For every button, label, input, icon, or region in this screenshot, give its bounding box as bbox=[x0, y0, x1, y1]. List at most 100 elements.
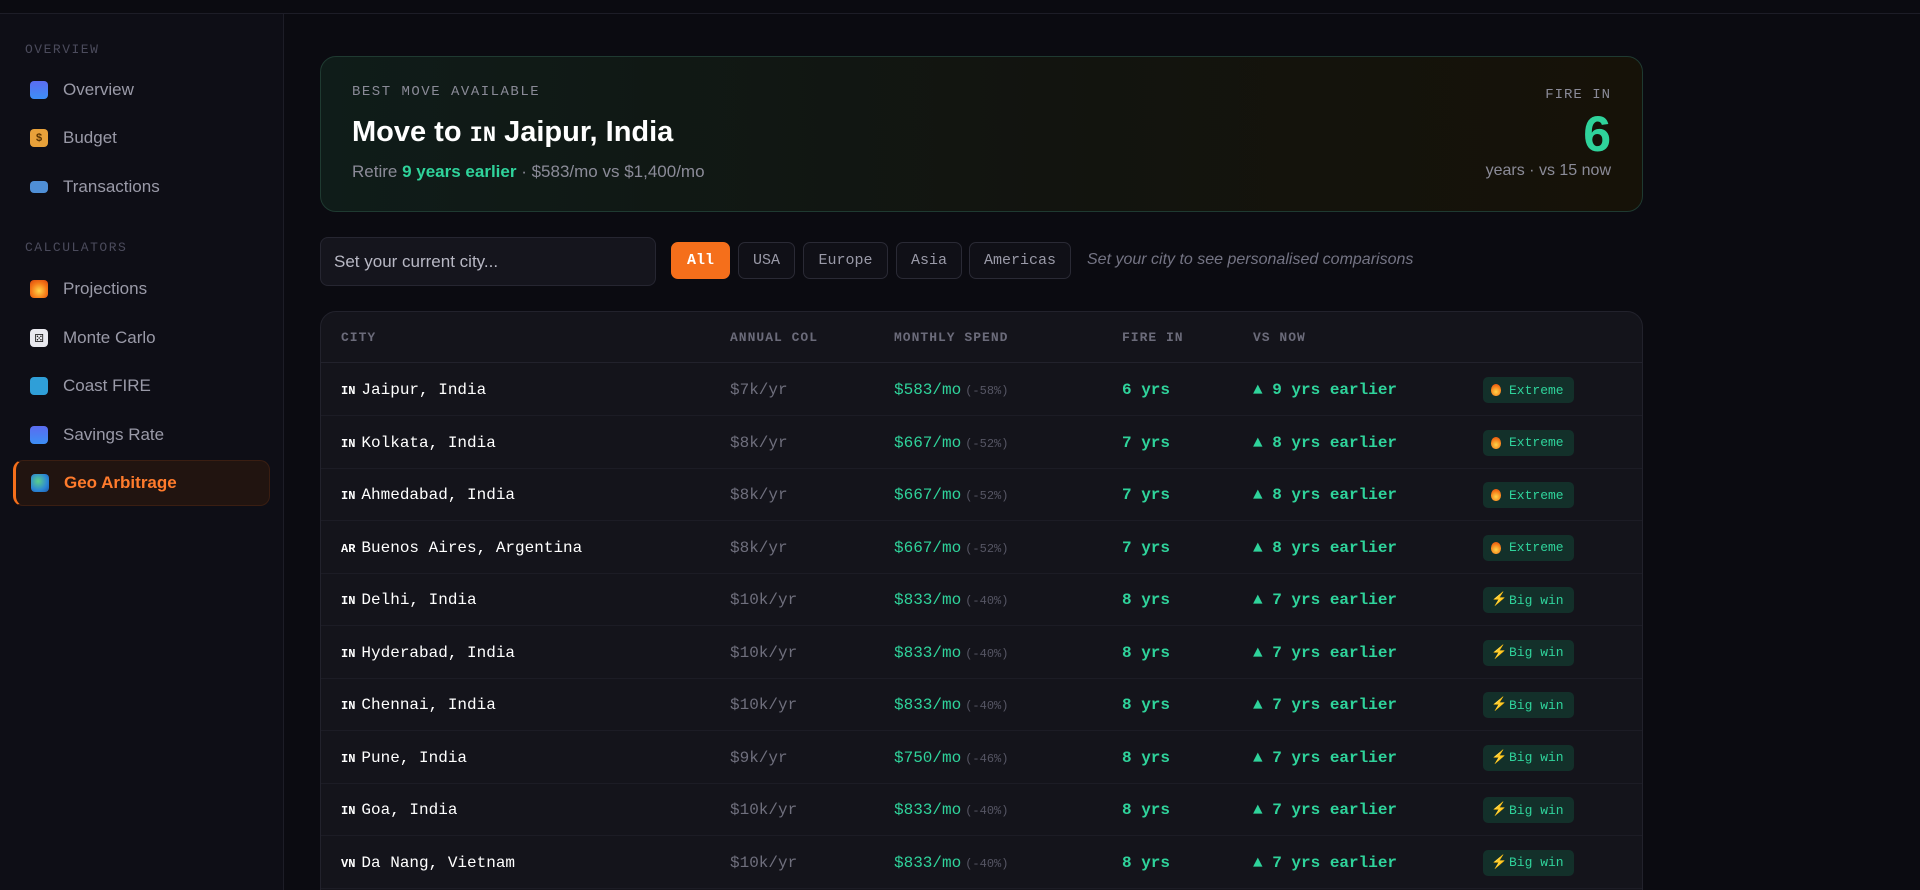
city-name: Kolkata, India bbox=[361, 433, 496, 452]
table-row[interactable]: IN Goa, India $10k/yr $833/mo (-40%) 8 yrs ▲ 7… bbox=[321, 784, 1642, 836]
vs-now-cell: ▲ 7 yrs earlier bbox=[1253, 748, 1398, 767]
monthly-spend-change: (-40%) bbox=[965, 646, 1009, 661]
fire-in-cell: 8 yrs bbox=[1122, 591, 1171, 609]
best-move-kicker: BEST MOVE AVAILABLE bbox=[352, 84, 541, 100]
sidebar-item-projections[interactable]: Projections bbox=[13, 266, 270, 312]
column-header-monthly-spend[interactable]: MONTHLY SPEND bbox=[894, 330, 1008, 345]
lightning-icon: ⚡ bbox=[1491, 697, 1508, 712]
fire-icon bbox=[1491, 541, 1501, 554]
vs-now-cell: ▲ 7 yrs earlier bbox=[1253, 853, 1398, 872]
filter-chip-europe[interactable]: Europe bbox=[803, 242, 888, 279]
subtitle-prefix: Retire bbox=[352, 162, 398, 181]
city-cell: IN Kolkata, India bbox=[341, 434, 496, 452]
bar-chart-icon bbox=[30, 81, 48, 99]
table-row[interactable]: IN Jaipur, India $7k/yr $583/mo (-58%) 6 yrs ▲… bbox=[321, 364, 1642, 416]
column-header-annual-col[interactable]: ANNUAL COL bbox=[730, 330, 818, 345]
city-name: Jaipur, India bbox=[361, 381, 487, 399]
column-header-fire-in[interactable]: FIRE IN bbox=[1122, 330, 1184, 345]
column-header-city[interactable]: CITY bbox=[341, 330, 376, 345]
lightning-icon: ⚡ bbox=[1491, 644, 1508, 660]
sidebar-item-savings-rate[interactable]: Savings Rate bbox=[13, 412, 270, 458]
impact-badge: Extreme bbox=[1483, 429, 1574, 456]
impact-badge: Extreme bbox=[1483, 482, 1574, 508]
flag-code: IN bbox=[341, 489, 356, 503]
flag-code: AR bbox=[341, 541, 356, 556]
monthly-spend-value: $833/mo bbox=[894, 801, 962, 819]
filter-chip-asia[interactable]: Asia bbox=[896, 242, 962, 279]
table-row[interactable]: AR Buenos Aires, Argentina $8k/yr $667/mo (-… bbox=[321, 522, 1642, 574]
lightning-icon: ⚡ bbox=[1491, 592, 1508, 607]
badge-label: Big win bbox=[1509, 750, 1564, 765]
city-cell: IN Goa, India bbox=[341, 801, 457, 819]
filter-chip-americas[interactable]: Americas bbox=[969, 242, 1071, 279]
table-row[interactable]: IN Chennai, India $10k/yr $833/mo (-40%) 8 yr… bbox=[321, 679, 1642, 731]
badge-label: Big win bbox=[1509, 802, 1564, 818]
flag-code: IN bbox=[469, 123, 497, 148]
sidebar-item-transactions[interactable]: Transactions bbox=[13, 164, 270, 210]
monthly-spend-cell: $583/mo (-58%) bbox=[894, 381, 1008, 399]
filter-chip-usa[interactable]: USA bbox=[738, 242, 795, 279]
section-label-overview: OVERVIEW bbox=[25, 42, 100, 57]
best-move-card: BEST MOVE AVAILABLE Move to IN Jaipur, I… bbox=[320, 56, 1643, 212]
cities-table: CITY ANNUAL COL MONTHLY SPEND FIRE IN VS… bbox=[320, 311, 1643, 890]
fire-in-cell: 6 yrs bbox=[1122, 381, 1171, 399]
monthly-spend-cell: $833/mo (-40%) bbox=[894, 696, 1008, 714]
city-name: Ahmedabad, India bbox=[361, 486, 516, 504]
impact-badge: Extreme bbox=[1483, 377, 1574, 403]
sidebar-item-monte-carlo[interactable]: ⚄ Monte Carlo bbox=[13, 315, 270, 361]
city-cell: VN Da Nang, Vietnam bbox=[341, 854, 515, 872]
monthly-spend-cell: $833/mo (-40%) bbox=[894, 644, 1008, 662]
monthly-spend-cell: $833/mo (-40%) bbox=[894, 801, 1008, 819]
city-cell: IN Delhi, India bbox=[341, 591, 477, 609]
flag-code: IN bbox=[341, 646, 356, 661]
city-cell: IN Pune, India bbox=[341, 749, 467, 767]
table-row[interactable]: IN Pune, India $9k/yr $750/mo (-46%) 8 yrs ▲ 7… bbox=[321, 732, 1642, 784]
city-name: Delhi, India bbox=[361, 591, 477, 609]
sidebar-item-coast-fire[interactable]: Coast FIRE bbox=[13, 363, 270, 409]
section-label-calculators: CALCULATORS bbox=[25, 240, 128, 255]
annual-col-cell: $10k/yr bbox=[730, 591, 798, 609]
lightning-icon: ⚡ bbox=[1491, 854, 1508, 870]
monthly-spend-value: $833/mo bbox=[894, 591, 962, 609]
vs-now-cell: ▲ 7 yrs earlier bbox=[1253, 591, 1398, 609]
vs-now-cell: ▲ 8 yrs earlier bbox=[1253, 486, 1398, 504]
badge-label: Big win bbox=[1509, 697, 1564, 713]
annual-col-cell: $9k/yr bbox=[730, 748, 788, 767]
fire-icon bbox=[30, 280, 48, 298]
fire-in-cell: 7 yrs bbox=[1122, 486, 1171, 504]
city-name: Pune, India bbox=[361, 748, 468, 767]
monthly-spend-cell: $667/mo (-52%) bbox=[894, 486, 1008, 504]
table-row[interactable]: VN Da Nang, Vietnam $10k/yr $833/mo (-40%) 8 … bbox=[321, 837, 1642, 889]
vs-now-cell: ▲ 8 yrs earlier bbox=[1253, 433, 1398, 452]
badge-label: Extreme bbox=[1509, 435, 1564, 450]
filter-chip-all[interactable]: All bbox=[671, 242, 730, 279]
table-row[interactable]: IN Delhi, India $10k/yr $833/mo (-40%) 8 yrs ▲… bbox=[321, 574, 1642, 626]
monthly-spend-change: (-40%) bbox=[965, 594, 1009, 608]
monthly-spend-change: (-46%) bbox=[965, 751, 1009, 766]
sidebar-item-overview[interactable]: Overview bbox=[13, 67, 270, 113]
sidebar: OVERVIEW Overview $ Budget Transactions … bbox=[0, 14, 284, 890]
fire-in-cell: 7 yrs bbox=[1122, 433, 1171, 452]
impact-badge: ⚡ Big win bbox=[1483, 587, 1574, 613]
sidebar-item-label: Coast FIRE bbox=[63, 376, 151, 395]
current-city-input[interactable] bbox=[320, 237, 656, 286]
sidebar-item-budget[interactable]: $ Budget bbox=[13, 115, 270, 161]
table-header: CITY ANNUAL COL MONTHLY SPEND FIRE IN VS… bbox=[321, 312, 1642, 363]
monthly-spend-change: (-52%) bbox=[965, 541, 1009, 556]
column-header-vs-now[interactable]: VS NOW bbox=[1253, 330, 1306, 345]
dice-icon: ⚄ bbox=[30, 329, 48, 347]
sidebar-item-label: Monte Carlo bbox=[63, 328, 156, 347]
fire-in-label: FIRE IN bbox=[1545, 87, 1611, 103]
sidebar-item-geo-arbitrage[interactable]: Geo Arbitrage bbox=[13, 460, 270, 506]
fire-in-subtitle: years · vs 15 now bbox=[1485, 162, 1611, 179]
table-row[interactable]: IN Ahmedabad, India $8k/yr $667/mo (-52%) 7 y… bbox=[321, 469, 1642, 521]
table-row[interactable]: IN Hyderabad, India $10k/yr $833/mo (-40%) 8 … bbox=[321, 627, 1642, 679]
vs-now-cell: ▲ 8 yrs earlier bbox=[1253, 538, 1398, 557]
monthly-spend-change: (-58%) bbox=[965, 384, 1009, 398]
bar-chart-icon bbox=[30, 426, 48, 444]
flag-code: IN bbox=[341, 699, 356, 713]
flag-code: IN bbox=[341, 804, 356, 818]
table-row[interactable]: IN Kolkata, India $8k/yr $667/mo (-52%) 7 yrs… bbox=[321, 417, 1642, 469]
flag-code: IN bbox=[341, 594, 356, 608]
fire-in-value: 6 bbox=[1583, 106, 1611, 162]
